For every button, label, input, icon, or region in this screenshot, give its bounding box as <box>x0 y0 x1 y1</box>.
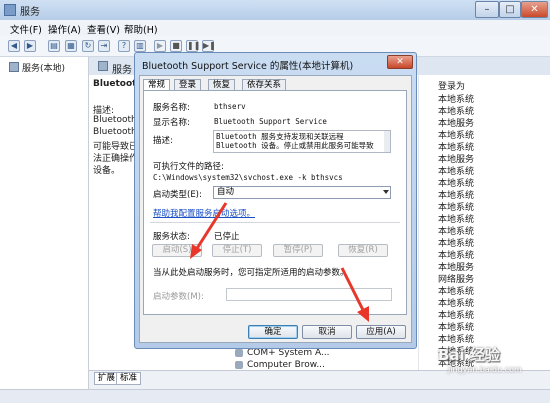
dialog-title: Bluetooth Support Service 的属性(本地计算机) <box>142 61 354 72</box>
apply-button[interactable]: 应用(A) <box>356 325 406 339</box>
startup-type-select[interactable]: 自动 <box>213 186 391 199</box>
divider <box>150 222 400 223</box>
menu-view[interactable]: 查看(V) <box>87 22 120 36</box>
play-icon[interactable]: ▶ <box>154 40 166 52</box>
stop-icon[interactable]: ■ <box>170 40 182 52</box>
description-line: Bluetooth 服务支持发现和关联远程 <box>216 132 344 141</box>
start-params-input[interactable] <box>226 288 392 301</box>
restart-icon[interactable]: ▶❚ <box>202 40 216 52</box>
service-gear-icon <box>235 349 243 357</box>
service-row-name[interactable]: Computer Brow... <box>247 360 325 370</box>
menu-action[interactable]: 操作(A) <box>48 22 81 36</box>
watermark-url: jingyan.baidu.com <box>448 365 522 374</box>
tab-standard[interactable]: 标准 <box>116 372 142 385</box>
description-box[interactable]: Bluetooth 服务支持发现和关联远程 Bluetooth 设备。停止或禁用… <box>213 130 391 153</box>
stop-service-button[interactable]: 停止(T) <box>212 244 262 257</box>
service-status-label: 服务状态: <box>153 232 190 242</box>
start-params-label: 启动参数(M): <box>153 292 204 302</box>
maximize-button[interactable]: □ <box>499 1 521 18</box>
resume-service-button[interactable]: 恢复(R) <box>338 244 388 257</box>
tree-item-services-local[interactable]: 服务(本地) <box>22 61 65 74</box>
services-header-title: 服务 <box>112 65 132 76</box>
watermark-logo: Bai 经验 <box>438 346 500 364</box>
ok-button[interactable]: 确定 <box>248 325 298 339</box>
desc-line: 设备。 <box>93 166 121 176</box>
exe-path-label: 可执行文件的路径: <box>153 162 224 172</box>
back-arrow-icon[interactable]: ◀ <box>8 40 20 52</box>
column-divider <box>418 75 419 370</box>
display-name-label: 显示名称: <box>153 118 190 128</box>
cancel-button[interactable]: 取消 <box>302 325 352 339</box>
menu-file[interactable]: 文件(F) <box>10 22 42 36</box>
pause-service-button[interactable]: 暂停(P) <box>273 244 323 257</box>
desc-line: Bluetooth <box>93 127 137 137</box>
service-gear-icon <box>235 361 243 369</box>
export-icon[interactable]: ⇥ <box>98 40 110 52</box>
minimize-button[interactable]: – <box>475 1 499 18</box>
startup-help-link[interactable]: 帮助我配置服务启动选项。 <box>153 207 255 219</box>
services-app-icon <box>4 4 16 16</box>
services-header-icon <box>98 61 108 71</box>
pane-icon[interactable]: ▥ <box>134 40 146 52</box>
status-bar <box>0 389 550 403</box>
start-params-hint: 当从此处启动服务时，您可指定所适用的启动参数。 <box>153 268 349 278</box>
help-icon[interactable]: ? <box>118 40 130 52</box>
refresh-icon[interactable]: ↻ <box>82 40 94 52</box>
window-close-button[interactable]: ✕ <box>521 1 548 18</box>
description-line: Bluetooth 设备。停止或禁用此服务可能导致 <box>216 141 374 150</box>
menu-bar <box>0 20 550 37</box>
startup-type-label: 启动类型(E): <box>153 190 202 200</box>
column-header-logon-as[interactable]: 登录为 <box>438 79 465 92</box>
window-titlebar <box>0 0 550 20</box>
desc-line: Bluetooth <box>93 115 137 125</box>
service-status-value: 已停止 <box>214 232 240 242</box>
description-scrollbar[interactable] <box>384 131 390 152</box>
chevron-down-icon <box>383 190 389 194</box>
menu-help[interactable]: 帮助(H) <box>124 22 158 36</box>
service-row-name[interactable]: COM+ System A... <box>247 348 330 358</box>
display-name-value: Bluetooth Support Service <box>214 117 327 126</box>
console-tree-pane <box>0 57 89 389</box>
description-label: 描述: <box>153 136 173 146</box>
console-tree-icon[interactable]: ▤ <box>48 40 60 52</box>
service-name-value: bthserv <box>214 102 246 111</box>
properties-icon[interactable]: ▦ <box>65 40 77 52</box>
start-service-button[interactable]: 启动(S) <box>152 244 202 257</box>
pause-icon[interactable]: ❚❚ <box>186 40 200 52</box>
exe-path-value: C:\Windows\system32\svchost.exe -k bthsv… <box>153 173 343 182</box>
window-title: 服务 <box>20 7 40 18</box>
forward-arrow-icon[interactable]: ▶ <box>24 40 36 52</box>
services-node-icon <box>9 62 19 72</box>
dialog-close-button[interactable]: ✕ <box>387 55 413 69</box>
service-name-label: 服务名称: <box>153 103 190 113</box>
